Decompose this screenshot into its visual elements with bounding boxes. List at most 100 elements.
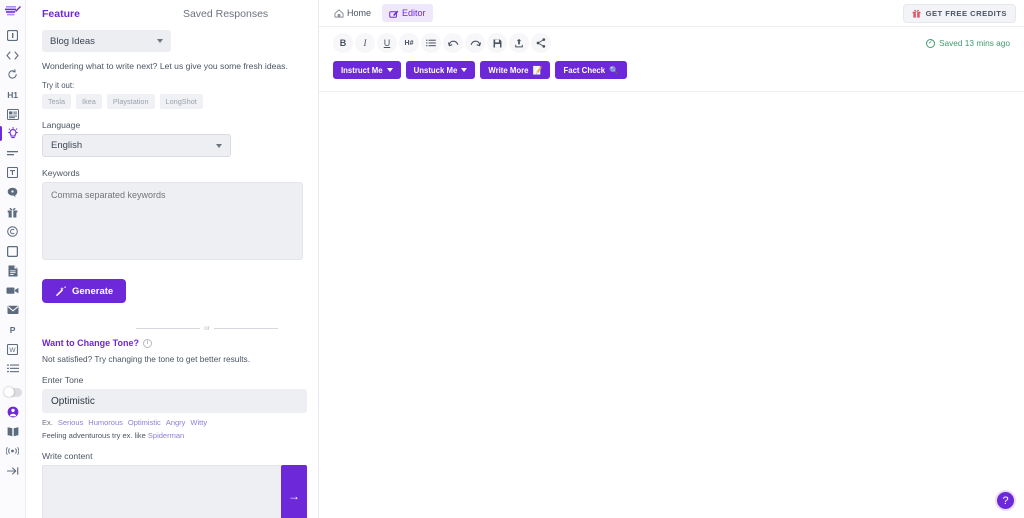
rail-item-article-layout[interactable] <box>0 104 26 124</box>
help-button[interactable]: ? <box>995 490 1016 511</box>
tone-examples-row: Ex. Serious Humorous Optimistic Angry Wi… <box>42 418 302 427</box>
rail-h1-label: H1 <box>7 90 17 100</box>
rail-item-gift[interactable] <box>0 202 26 222</box>
instruct-me-button[interactable]: Instruct Me <box>333 61 401 79</box>
write-more-label: Write More <box>488 66 528 75</box>
rail-item-heading-h1[interactable]: H1 <box>0 85 26 105</box>
instruct-me-label: Instruct Me <box>341 66 383 75</box>
rail-item-user-account[interactable] <box>0 402 26 422</box>
ai-action-buttons: Instruct Me Unstuck Me Write More 📝 Fact… <box>333 61 1010 79</box>
language-label: Language <box>42 120 302 130</box>
rail-item-book-guide[interactable] <box>0 422 26 442</box>
rail-item-broadcast[interactable] <box>0 441 26 461</box>
get-free-credits-button[interactable]: GET FREE CREDITS <box>903 4 1016 23</box>
info-icon[interactable]: i <box>143 339 152 348</box>
divider-line-right <box>214 328 278 329</box>
unstuck-me-label: Unstuck Me <box>414 66 458 75</box>
export-button[interactable] <box>509 33 529 53</box>
svg-text:W: W <box>9 347 16 354</box>
rail-item-list[interactable] <box>0 359 26 379</box>
fact-check-label: Fact Check <box>563 66 605 75</box>
chip-tesla[interactable]: Tesla <box>42 94 71 109</box>
rail-item-letter-p[interactable]: P <box>0 320 26 340</box>
sidebar-toggle-switch[interactable] <box>0 383 26 403</box>
app-root: H1 <box>0 0 1024 518</box>
ex-word-humorous[interactable]: Humorous <box>88 418 123 427</box>
share-button[interactable] <box>531 33 551 53</box>
save-button[interactable] <box>487 33 507 53</box>
ex-word-angry[interactable]: Angry <box>166 418 186 427</box>
language-select[interactable]: English <box>42 134 231 157</box>
longshot-logo[interactable] <box>2 3 24 19</box>
share-icon <box>536 38 546 48</box>
write-content-input[interactable] <box>42 465 282 518</box>
rail-item-envelope[interactable] <box>0 300 26 320</box>
adventurous-row: Feeling adventurous try ex. like Spiderm… <box>42 431 302 440</box>
unstuck-me-button[interactable]: Unstuck Me <box>406 61 476 79</box>
rail-item-letter-w-boxed[interactable]: W <box>0 340 26 360</box>
editor-topbar: Home Editor GET FREE <box>319 0 1024 27</box>
rail-item-code-brackets[interactable] <box>0 46 26 66</box>
or-label: or <box>200 325 214 332</box>
tab-feature[interactable]: Feature <box>42 8 80 20</box>
tab-home[interactable]: Home <box>327 4 378 22</box>
keywords-input[interactable] <box>42 182 303 260</box>
rail-item-square-frame[interactable] <box>0 242 26 262</box>
editor-toolbar: B I U H# <box>319 27 1024 92</box>
bold-icon: B <box>340 38 347 48</box>
underline-button[interactable]: U <box>377 33 397 53</box>
saved-status: ✓ Saved 13 mins ago <box>926 38 1010 48</box>
left-icon-rail: H1 <box>0 0 26 518</box>
chevron-down-icon <box>387 68 393 72</box>
chip-playstation[interactable]: Playstation <box>107 94 155 109</box>
adventurous-text: Feeling adventurous try ex. like <box>42 431 146 440</box>
ex-word-witty[interactable]: Witty <box>190 418 207 427</box>
fact-check-button[interactable]: Fact Check 🔍 <box>555 61 627 79</box>
rail-item-paragraph-lines[interactable] <box>0 144 26 164</box>
adventurous-link-spiderman[interactable]: Spiderman <box>148 431 184 440</box>
magic-wand-icon <box>55 286 66 297</box>
bullet-list-button[interactable] <box>421 33 441 53</box>
tone-section-title: Want to Change Tone? i <box>42 338 302 348</box>
write-more-button[interactable]: Write More 📝 <box>480 61 550 79</box>
rail-item-text-box[interactable] <box>0 163 26 183</box>
tone-input[interactable] <box>42 389 307 413</box>
redo-button[interactable] <box>465 33 485 53</box>
undo-button[interactable] <box>443 33 463 53</box>
generate-button[interactable]: Generate <box>42 279 126 303</box>
rail-item-lightbulb-idea[interactable] <box>0 124 26 144</box>
chip-ikea[interactable]: Ikea <box>76 94 102 109</box>
toggle-track <box>4 388 22 397</box>
rail-item-boxed-one[interactable] <box>0 26 26 46</box>
write-content-send-button[interactable]: → <box>281 465 307 518</box>
question-mark-icon: ? <box>1002 495 1008 507</box>
feature-description: Wondering what to write next? Let us giv… <box>42 61 302 71</box>
tryout-chip-list: Tesla Ikea Playstation LongShot <box>42 94 302 109</box>
tab-editor-label: Editor <box>402 8 426 18</box>
bold-button[interactable]: B <box>333 33 353 53</box>
ex-word-optimistic[interactable]: Optimistic <box>128 418 161 427</box>
feature-select[interactable]: Blog Ideas <box>42 30 171 52</box>
rail-item-copyright[interactable] <box>0 222 26 242</box>
chevron-down-icon <box>461 68 467 72</box>
ex-prefix: Ex. <box>42 418 53 427</box>
tab-editor[interactable]: Editor <box>382 4 433 22</box>
rail-p-label: P <box>10 325 15 335</box>
tab-saved-responses[interactable]: Saved Responses <box>183 8 268 20</box>
chevron-down-icon <box>216 144 222 148</box>
italic-button[interactable]: I <box>355 33 375 53</box>
rail-item-refresh-sync[interactable] <box>0 65 26 85</box>
keywords-label: Keywords <box>42 168 302 178</box>
heading-button[interactable]: H# <box>399 33 419 53</box>
rail-item-chat-bubble[interactable] <box>0 183 26 203</box>
tryout-label: Try it out: <box>42 81 302 90</box>
ex-word-serious[interactable]: Serious <box>58 418 83 427</box>
rail-item-collapse-sidebar[interactable] <box>0 461 26 481</box>
editor-pen-icon <box>389 9 399 18</box>
or-divider: or <box>136 325 278 332</box>
tab-home-label: Home <box>347 8 371 18</box>
panel-tab-bar: Feature Saved Responses <box>26 8 318 20</box>
rail-item-document[interactable] <box>0 261 26 281</box>
chip-longshot[interactable]: LongShot <box>160 94 203 109</box>
rail-item-video-camera[interactable] <box>0 281 26 301</box>
